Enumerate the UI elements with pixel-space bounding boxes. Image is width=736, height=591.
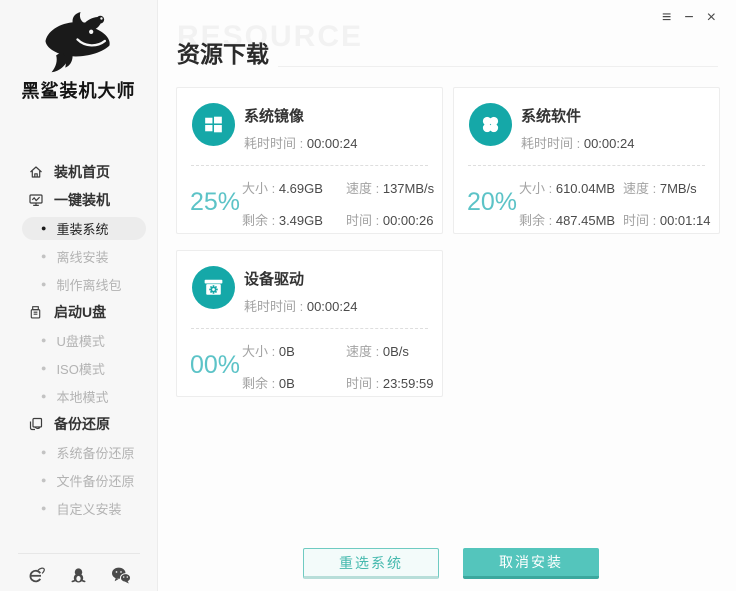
card-elapsed: 耗时时间 : 00:00:24 [244,296,357,315]
card-stats: 大小 : 610.04MB 速度 : 7MB/s 剩余 : 487.45MB 时… [519,178,710,229]
sidebar-item-one-key-install[interactable]: 一键装机 [0,186,157,214]
bullet-icon: ● [41,504,46,513]
elapsed-value: 00:00:24 [584,136,635,151]
sidebar-item-reinstall-system[interactable]: ● 重装系统 [22,217,146,240]
stat-speed: 速度 : 0B/s [346,341,433,360]
usb-drive-icon [27,304,44,321]
elapsed-label: 耗时时间 : [521,136,584,151]
card-divider [191,165,428,166]
wechat-icon[interactable] [111,566,131,584]
sidebar-item-label: U盘模式 [56,331,104,350]
window-close-icon[interactable]: × [707,9,716,27]
window-minimize-icon[interactable]: − [684,9,693,27]
stat-time: 时间 : 00:01:14 [623,210,710,229]
sidebar-item-offline-install[interactable]: ● 离线安装 [0,242,157,270]
app-name: 黑鲨装机大师 [0,77,157,103]
card-divider [468,165,705,166]
sidebar-item-iso-mode[interactable]: ● ISO模式 [0,354,157,382]
sidebar-item-label: 一键装机 [54,190,110,210]
sidebar-menu: 装机首页 一键装机 ● 重装系统 ● 离线安装 ● 制作离线包 [0,158,157,522]
download-percent: 20% [467,188,517,217]
backup-restore-icon [27,416,44,433]
card-elapsed: 耗时时间 : 00:00:24 [244,133,357,152]
bullet-icon: ● [41,224,46,233]
sidebar-item-label: 制作离线包 [56,275,121,294]
bullet-icon: ● [41,252,46,261]
sidebar-item-label: 文件备份还原 [56,471,134,490]
sidebar-item-install-home[interactable]: 装机首页 [0,158,157,186]
card-title: 系统软件 [521,105,581,126]
card-divider [191,328,428,329]
sidebar-item-make-offline-package[interactable]: ● 制作离线包 [0,270,157,298]
stat-time: 时间 : 00:00:26 [346,210,434,229]
stat-remaining: 剩余 : 0B [242,373,340,392]
title-divider [278,66,718,67]
stat-speed: 速度 : 137MB/s [346,178,434,197]
system-software-icon [469,103,512,146]
sidebar-item-local-mode[interactable]: ● 本地模式 [0,382,157,410]
sidebar-item-usb-mode[interactable]: ● U盘模式 [0,326,157,354]
sidebar-item-file-backup-restore[interactable]: ● 文件备份还原 [0,466,157,494]
stat-size: 大小 : 0B [242,341,340,360]
elapsed-label: 耗时时间 : [244,299,307,314]
card-title: 系统镜像 [244,105,304,126]
sidebar-item-label: 启动U盘 [54,302,106,322]
sidebar-item-boot-usb[interactable]: 启动U盘 [0,298,157,326]
stat-size: 大小 : 4.69GB [242,178,340,197]
stat-speed: 速度 : 7MB/s [623,178,710,197]
home-icon [27,164,44,181]
sidebar-item-label: 装机首页 [54,162,110,182]
bullet-icon: ● [41,392,46,401]
sidebar-item-label: 自定义安装 [56,499,121,518]
sidebar-footer [0,562,157,588]
sidebar-item-label: ISO模式 [56,359,104,378]
cancel-install-button[interactable]: 取消安装 [463,548,599,579]
stat-time: 时间 : 23:59:59 [346,373,433,392]
bullet-icon: ● [41,280,46,289]
download-percent: 25% [190,188,240,217]
sidebar-item-label: 备份还原 [54,414,110,434]
sidebar-item-label: 离线安装 [56,247,108,266]
elapsed-value: 00:00:24 [307,299,358,314]
card-device-driver: 设备驱动 耗时时间 : 00:00:24 00% 大小 : 0B 速度 : 0B… [176,250,443,397]
stat-remaining: 剩余 : 3.49GB [242,210,340,229]
bullet-icon: ● [41,476,46,485]
elapsed-label: 耗时时间 : [244,136,307,151]
card-title: 设备驱动 [244,268,304,289]
bullet-icon: ● [41,364,46,373]
sidebar: 黑鲨装机大师 装机首页 一键装机 ● 重装系统 ● [0,0,158,591]
sidebar-item-backup-restore[interactable]: 备份还原 [0,410,157,438]
main-panel: ≡ − × RESOURCE 资源下载 系统镜像 耗时时间 : 00:00:24… [158,0,736,591]
app-logo: 黑鲨装机大师 [0,12,157,103]
card-stats: 大小 : 4.69GB 速度 : 137MB/s 剩余 : 3.49GB 时间 … [242,178,434,229]
ie-icon[interactable] [26,566,45,585]
shark-logo-icon [0,12,157,76]
system-image-icon [192,103,235,146]
sidebar-item-label: 本地模式 [56,387,108,406]
device-driver-icon [192,266,235,309]
stat-size: 大小 : 610.04MB [519,178,617,197]
card-elapsed: 耗时时间 : 00:00:24 [521,133,634,152]
sidebar-footer-divider [18,553,140,554]
card-system-image: 系统镜像 耗时时间 : 00:00:24 25% 大小 : 4.69GB 速度 … [176,87,443,234]
page-title: 资源下载 [177,35,269,69]
card-stats: 大小 : 0B 速度 : 0B/s 剩余 : 0B 时间 : 23:59:59 [242,341,433,392]
sidebar-item-label: 重装系统 [56,219,108,238]
sidebar-item-custom-install[interactable]: ● 自定义安装 [0,494,157,522]
card-system-software: 系统软件 耗时时间 : 00:00:24 20% 大小 : 610.04MB 速… [453,87,720,234]
bullet-icon: ● [41,336,46,345]
window-menu-icon[interactable]: ≡ [662,9,671,27]
sidebar-item-system-backup-restore[interactable]: ● 系统备份还原 [0,438,157,466]
window-controls: ≡ − × [662,9,716,27]
elapsed-value: 00:00:24 [307,136,358,151]
sidebar-item-label: 系统备份还原 [56,443,134,462]
bullet-icon: ● [41,448,46,457]
reselect-system-button[interactable]: 重选系统 [303,548,439,579]
qq-icon[interactable] [70,567,87,584]
monitor-icon [27,192,44,209]
stat-remaining: 剩余 : 487.45MB [519,210,617,229]
download-percent: 00% [190,351,240,380]
